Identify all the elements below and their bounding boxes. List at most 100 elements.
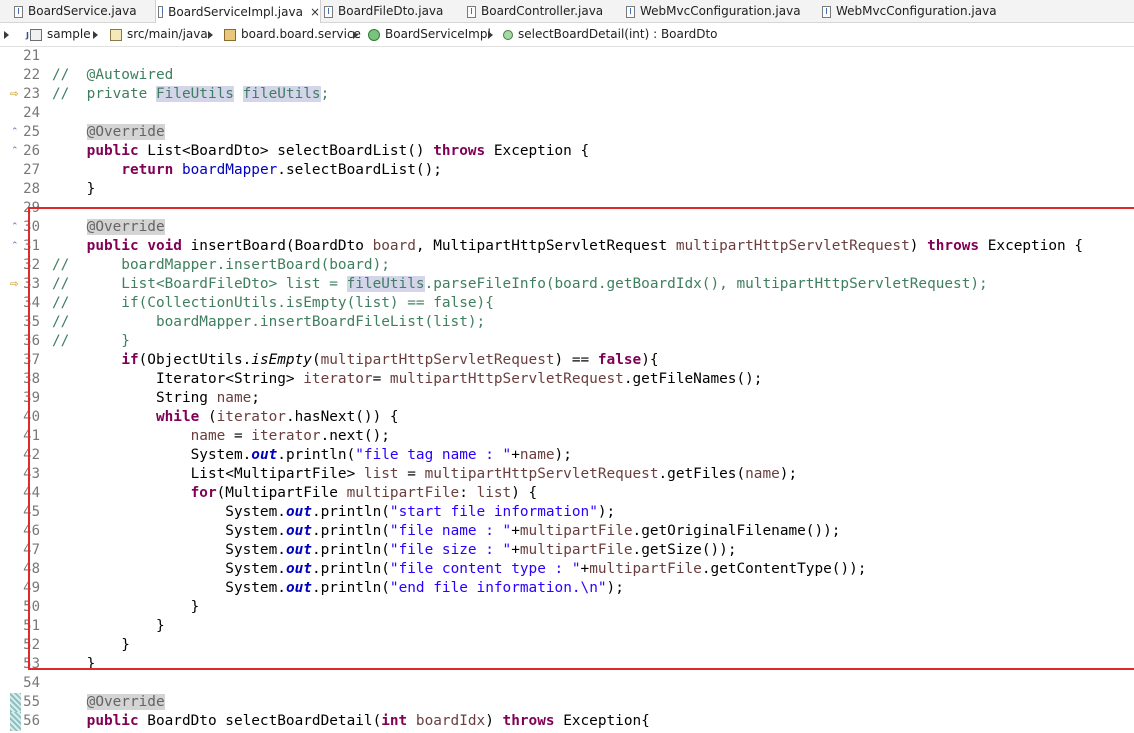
code-line[interactable]: ⌃ 25 @Override [0,123,1134,142]
tab-label: WebMvcConfiguration.java [640,4,801,18]
code-text: } [52,617,165,636]
code-line[interactable]: 50 } [0,598,1134,617]
code-text: // List<BoardFileDto> list = fileUtils.p… [52,275,988,294]
code-line[interactable]: 47 System.out.println("file size : "+mul… [0,541,1134,560]
tab-boardcontroller[interactable]: BoardController.java [467,0,603,23]
code-token: .println( [311,504,390,520]
tab-boardservice[interactable]: BoardService.java [14,0,137,23]
code-text: // boardMapper.insertBoard(board); [52,256,390,275]
code-token: .println( [277,447,356,463]
breadcrumb-item-source-folder[interactable]: src/main/java [110,23,208,46]
line-number: 30 [23,219,40,235]
code-text: Iterator<String> iterator= multipartHttp… [52,370,763,389]
line-number: 33 [23,276,40,292]
code-token: boardIdx [415,713,486,729]
code-line[interactable]: ⌃ 31 public void insertBoard(BoardDto boa… [0,237,1134,256]
code-token: } [52,599,200,615]
line-number: 26 [23,143,40,159]
code-token: // if(CollectionUtils.isEmpty(list) == f… [52,295,494,311]
code-line[interactable]: 44 for(MultipartFile multipartFile: list… [0,484,1134,503]
code-token: ){ [641,352,659,368]
code-line[interactable]: 32 // boardMapper.insertBoard(board); [0,256,1134,275]
code-text: while (iterator.hasNext()) { [52,408,399,427]
code-line[interactable]: 49 System.out.println("end file informat… [0,579,1134,598]
code-line[interactable]: 55 @Override [0,693,1134,712]
code-token: ) == [554,352,598,368]
tab-webmvcconfiguration[interactable]: WebMvcConfiguration.java [626,0,801,23]
tab-boardfiledto[interactable]: BoardFileDto.java [324,0,443,23]
code-text: public BoardDto selectBoardDetail(int bo… [52,712,650,731]
breadcrumb-item-project[interactable]: sample [26,23,91,47]
code-line[interactable]: 52 } [0,636,1134,655]
tab-webmvcconfiguration-2[interactable]: WebMvcConfiguration.java [822,0,997,23]
line-number: 53 [23,656,40,672]
code-line[interactable]: 43 List<MultipartFile> list = multipartH… [0,465,1134,484]
code-text: public void insertBoard(BoardDto board, … [52,237,1083,256]
code-line[interactable]: 28 } [0,180,1134,199]
code-line[interactable]: 22 // @Autowired [0,66,1134,85]
code-line[interactable]: ⌃ 30 @Override [0,218,1134,237]
code-line[interactable]: 46 System.out.println("file name : "+mul… [0,522,1134,541]
code-line[interactable]: 45 System.out.println("start file inform… [0,503,1134,522]
code-line[interactable]: 35 // boardMapper.insertBoardFileList(lis… [0,313,1134,332]
code-line[interactable]: 41 name = iterator.next(); [0,427,1134,446]
code-editor[interactable]: 21 22// @Autowired ⇨ 23// private FileUtils… [0,47,1134,733]
code-text: // boardMapper.insertBoardFileList(list)… [52,313,485,332]
code-line[interactable]: 27 return boardMapper.selectBoardList(); [0,161,1134,180]
code-token: list [476,485,512,501]
code-line[interactable]: 21 [0,47,1134,66]
code-line[interactable]: 34 // if(CollectionUtils.isEmpty(list) ==… [0,294,1134,313]
line-number: 35 [23,314,40,330]
code-line[interactable]: 48 System.out.println("file content type… [0,560,1134,579]
line-number: 44 [23,485,40,501]
breadcrumb-item-class[interactable]: BoardServiceImpl [368,23,491,46]
code-text: } [52,598,200,617]
line-number: 51 [23,618,40,634]
code-line[interactable]: 54 [0,674,1134,693]
code-text: System.out.println("file tag name : "+na… [52,446,572,465]
line-number: 49 [23,580,40,596]
code-line[interactable]: 36 // } [0,332,1134,351]
code-text: System.out.println("file size : "+multip… [52,541,736,560]
code-line[interactable]: 38 Iterator<String> iterator= multipartH… [0,370,1134,389]
line-number: 32 [23,257,40,273]
breadcrumb-item-package[interactable]: board.board.service [224,23,361,46]
code-token: , MultipartHttpServletRequest [415,238,676,254]
code-text: @Override [52,123,165,142]
code-token: .getContentType()); [701,561,867,577]
code-token: "file content type : " [389,561,581,577]
code-line[interactable]: 51 } [0,617,1134,636]
code-token: ); [779,466,798,482]
code-token: @Override [86,694,165,710]
method-icon [503,29,513,40]
code-line[interactable]: 56 public BoardDto selectBoardDetail(int… [0,712,1134,731]
close-icon[interactable]: × [310,1,320,24]
code-token: // List<BoardFileDto> list = [52,276,347,292]
code-line[interactable]: ⌃ 26 public List<BoardDto> selectBoardLis… [0,142,1134,161]
code-token: isEmpty [251,352,312,368]
code-token: + [511,523,520,539]
code-line[interactable]: 37 if(ObjectUtils.isEmpty(multipartHttpS… [0,351,1134,370]
code-token: "start file information" [389,504,598,520]
code-line[interactable]: 53 } [0,655,1134,674]
code-line[interactable]: ⇨ 23// private FileUtils fileUtils; [0,85,1134,104]
code-line[interactable]: 42 System.out.println("file tag name : "… [0,446,1134,465]
code-token: System. [52,580,286,596]
code-text: public List<BoardDto> selectBoardList() … [52,142,590,161]
breadcrumb-item-method[interactable]: selectBoardDetail(int) : BoardDto [503,23,718,46]
code-token: out [251,447,278,463]
code-line[interactable]: ⇨ 33// List<BoardFileDto> list = fileUtil… [0,275,1134,294]
code-line[interactable]: 40 while (iterator.hasNext()) { [0,408,1134,427]
java-file-icon [324,5,333,18]
code-line[interactable]: 29 [0,199,1134,218]
code-token: BoardDto selectBoardDetail( [138,713,382,729]
code-line[interactable]: 39 String name; [0,389,1134,408]
code-line[interactable]: 24 [0,104,1134,123]
code-token: // boardMapper.insertBoardFileList(list)… [52,314,486,330]
tab-label: BoardController.java [481,4,604,18]
tab-boardserviceimpl[interactable]: BoardServiceImpl.java × [155,0,321,24]
